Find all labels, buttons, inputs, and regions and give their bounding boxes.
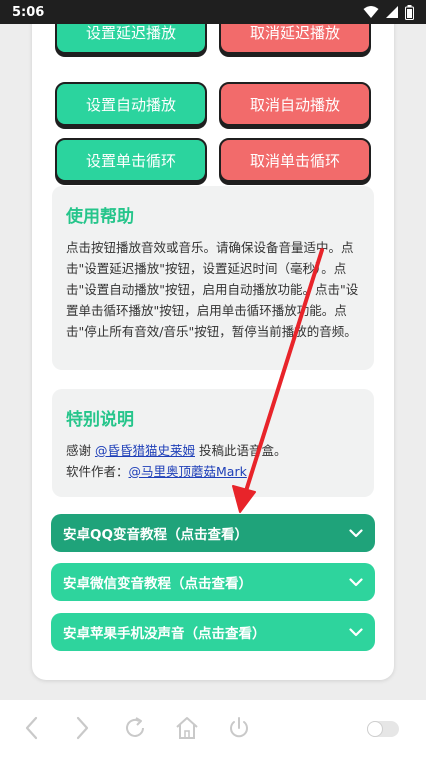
cancel-click-loop-button[interactable]: 取消单击循环 [219,138,371,182]
accordion-qq-voice-tutorial[interactable]: 安卓QQ变音教程（点击查看） [51,514,375,552]
thanks-prefix: 感谢 [66,443,95,458]
set-delay-button[interactable]: 设置延迟播放 [55,24,207,54]
accordion-no-sound-help[interactable]: 安卓苹果手机没声音（点击查看） [51,613,375,651]
home-icon[interactable] [174,714,200,742]
chevron-down-icon [349,577,363,586]
sound-card: 设置延迟播放 取消延迟播放 设置自动播放 取消自动播放 设置单击循环 取消单击循… [32,24,394,680]
help-text: 点击按钮播放音效或音乐。请确保设备音量适中。点击"设置延迟播放"按钮，设置延迟时… [66,240,359,339]
status-time: 5:06 [12,4,45,20]
set-click-loop-button[interactable]: 设置单击循环 [55,138,207,182]
toggle-switch[interactable] [366,720,400,738]
help-box: 使用帮助 点击按钮播放音效或音乐。请确保设备音量适中。点击"设置延迟播放"按钮，… [52,186,374,370]
chevron-down-icon [349,528,363,537]
set-auto-play-button[interactable]: 设置自动播放 [55,82,207,126]
special-title: 特别说明 [66,410,134,430]
accordion-label: 安卓微信变音教程（点击查看） [63,576,252,592]
signal-icon [386,6,398,18]
cancel-auto-play-button[interactable]: 取消自动播放 [219,82,371,126]
status-icons [363,4,414,20]
contributor-link[interactable]: @昏昏猎猫史莱姆 [95,443,195,458]
special-box: 特别说明 感谢 @昏昏猎猫史莱姆 投稿此语音盒。 软件作者：@马里奥顶蘑菇Mar… [52,389,374,497]
author-line: 软件作者：@马里奥顶蘑菇Mark [66,461,360,482]
help-title: 使用帮助 [66,207,134,227]
wifi-icon [363,6,379,18]
browser-nav-bar [0,700,426,757]
chevron-down-icon [349,627,363,636]
accordion-label: 安卓苹果手机没声音（点击查看） [63,626,266,642]
author-prefix: 软件作者： [66,464,129,479]
status-bar: 5:06 [0,0,426,24]
refresh-icon[interactable] [122,714,148,742]
thanks-line: 感谢 @昏昏猎猫史莱姆 投稿此语音盒。 [66,440,360,461]
forward-icon[interactable] [72,714,92,742]
main-content[interactable]: 设置延迟播放 取消延迟播放 设置自动播放 取消自动播放 设置单击循环 取消单击循… [0,24,426,700]
author-link[interactable]: @马里奥顶蘑菇Mark [129,464,247,479]
power-icon[interactable] [226,714,252,742]
battery-icon [405,4,414,20]
back-icon[interactable] [22,714,42,742]
thanks-suffix: 投稿此语音盒。 [195,443,287,458]
accordion-label: 安卓QQ变音教程（点击查看） [63,527,248,543]
cancel-delay-button[interactable]: 取消延迟播放 [219,24,371,54]
accordion-wechat-voice-tutorial[interactable]: 安卓微信变音教程（点击查看） [51,563,375,601]
